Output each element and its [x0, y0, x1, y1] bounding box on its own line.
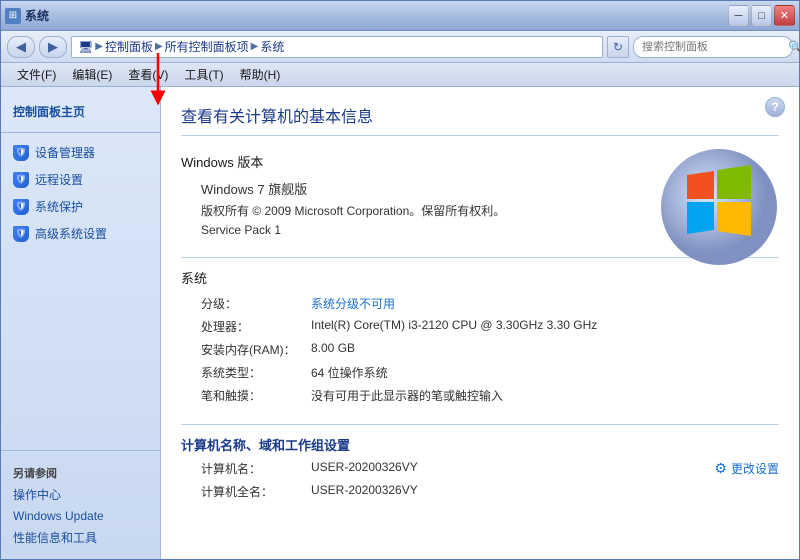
also-see-title: 另请参阅 [1, 457, 160, 483]
value-system-type: 64 位操作系统 [311, 364, 388, 381]
computer-block: 计算机名称、域和工作组设置 计算机名： USER-20200326VY ⚙ 更改… [181, 435, 779, 500]
row-computer-name: 计算机名： USER-20200326VY ⚙ 更改设置 [181, 460, 779, 477]
path-system[interactable]: 系统 [260, 38, 284, 55]
sidebar-label-1: 设备管理器 [35, 144, 95, 161]
main-window: ⊞ 系统 ─ □ ✕ ◀ ▶ 🖥 ▶ 控制面板 ▶ 所有控制面板项 ▶ 系统 ↻… [0, 0, 800, 560]
window-title: 系统 [25, 7, 728, 24]
sidebar-divider-1 [1, 132, 160, 133]
sidebar-item-advanced[interactable]: 🛡 高级系统设置 [1, 220, 160, 247]
content-area: ? 查看有关计算机的基本信息 [161, 87, 799, 559]
shield-icon-2: 🛡 [13, 172, 29, 188]
change-settings-label: 更改设置 [731, 460, 779, 477]
search-icon: 🔍 [788, 40, 800, 54]
row-rating: 分级： 系统分级不可用 [181, 295, 779, 312]
section-divider-2 [181, 424, 779, 425]
sidebar-label-3: 系统保护 [35, 198, 83, 215]
path-control-panel[interactable]: 控制面板 [105, 38, 153, 55]
value-touch: 没有可用于此显示器的笔或触控输入 [311, 387, 503, 404]
window-controls: ─ □ ✕ [728, 5, 795, 26]
sidebar-divider-2 [1, 450, 160, 451]
address-bar: ◀ ▶ 🖥 ▶ 控制面板 ▶ 所有控制面板项 ▶ 系统 ↻ 🔍 [1, 31, 799, 63]
system-section-header: 系统 [181, 268, 779, 287]
shield-icon-1: 🛡 [13, 145, 29, 161]
forward-button[interactable]: ▶ [39, 36, 67, 58]
close-button[interactable]: ✕ [774, 5, 795, 26]
path-arrow-3: ▶ [251, 41, 259, 52]
sidebar-main-link[interactable]: 控制面板主页 [1, 97, 160, 126]
label-system-type: 系统类型： [201, 364, 311, 381]
gear-icon: ⚙ [714, 460, 727, 477]
value-ram: 8.00 GB [311, 341, 355, 355]
window-icon: ⊞ [5, 8, 21, 24]
maximize-button[interactable]: □ [751, 5, 772, 26]
address-path[interactable]: 🖥 ▶ 控制面板 ▶ 所有控制面板项 ▶ 系统 [71, 36, 603, 58]
menu-file[interactable]: 文件(F) [9, 64, 64, 85]
label-computer-name: 计算机名： [201, 460, 311, 477]
shield-icon-4: 🛡 [13, 226, 29, 242]
system-block: 系统 分级： 系统分级不可用 处理器： Intel(R) Core(TM) i3… [181, 268, 779, 404]
main-layout: 控制面板主页 🛡 设备管理器 🛡 远程设置 🛡 系统保护 🛡 高级系统设置 另请… [1, 87, 799, 559]
title-bar: ⊞ 系统 ─ □ ✕ [1, 1, 799, 31]
row-touch: 笔和触摸： 没有可用于此显示器的笔或触控输入 [181, 387, 779, 404]
value-computer-name: USER-20200326VY [311, 460, 418, 474]
path-arrow-1: ▶ [95, 41, 103, 52]
sidebar-label-2: 远程设置 [35, 171, 83, 188]
search-box[interactable]: 🔍 [633, 36, 793, 58]
sidebar: 控制面板主页 🛡 设备管理器 🛡 远程设置 🛡 系统保护 🛡 高级系统设置 另请… [1, 87, 161, 559]
label-rating: 分级： [201, 295, 311, 312]
row-ram: 安装内存(RAM)： 8.00 GB [181, 341, 779, 358]
path-all-items[interactable]: 所有控制面板项 [165, 38, 249, 55]
value-rating[interactable]: 系统分级不可用 [311, 295, 395, 312]
label-ram: 安装内存(RAM)： [201, 341, 311, 358]
sidebar-action-center[interactable]: 操作中心 [1, 483, 160, 506]
label-touch: 笔和触摸： [201, 387, 311, 404]
search-input[interactable] [642, 41, 784, 53]
menu-view[interactable]: 查看(V) [120, 64, 176, 85]
minimize-button[interactable]: ─ [728, 5, 749, 26]
sidebar-label-4: 高级系统设置 [35, 225, 107, 242]
path-arrow-2: ▶ [155, 41, 163, 52]
windows-logo [659, 147, 779, 267]
sidebar-item-protection[interactable]: 🛡 系统保护 [1, 193, 160, 220]
change-settings-button[interactable]: ⚙ 更改设置 [714, 460, 779, 477]
value-computer-fullname: USER-20200326VY [311, 483, 418, 497]
row-system-type: 系统类型： 64 位操作系统 [181, 364, 779, 381]
refresh-button[interactable]: ↻ [607, 36, 629, 58]
label-processor: 处理器： [201, 318, 311, 335]
menu-tools[interactable]: 工具(T) [176, 64, 231, 85]
menu-edit[interactable]: 编辑(E) [64, 64, 120, 85]
help-button[interactable]: ? [765, 97, 785, 117]
computer-section-title: 计算机名称、域和工作组设置 [181, 435, 779, 454]
sidebar-perf-info[interactable]: 性能信息和工具 [1, 526, 160, 549]
row-processor: 处理器： Intel(R) Core(TM) i3-2120 CPU @ 3.3… [181, 318, 779, 335]
menu-help[interactable]: 帮助(H) [232, 64, 289, 85]
sidebar-item-device-manager[interactable]: 🛡 设备管理器 [1, 139, 160, 166]
sidebar-windows-update[interactable]: Windows Update [1, 506, 160, 526]
path-home-icon: 🖥 [78, 40, 93, 54]
shield-icon-3: 🛡 [13, 199, 29, 215]
label-computer-fullname: 计算机全名： [201, 483, 311, 500]
back-button[interactable]: ◀ [7, 36, 35, 58]
sidebar-item-remote[interactable]: 🛡 远程设置 [1, 166, 160, 193]
page-title: 查看有关计算机的基本信息 [181, 103, 779, 136]
menu-bar: 文件(F) 编辑(E) 查看(V) 工具(T) 帮助(H) [1, 63, 799, 87]
value-processor: Intel(R) Core(TM) i3-2120 CPU @ 3.30GHz … [311, 318, 597, 332]
row-computer-fullname: 计算机全名： USER-20200326VY [181, 483, 779, 500]
